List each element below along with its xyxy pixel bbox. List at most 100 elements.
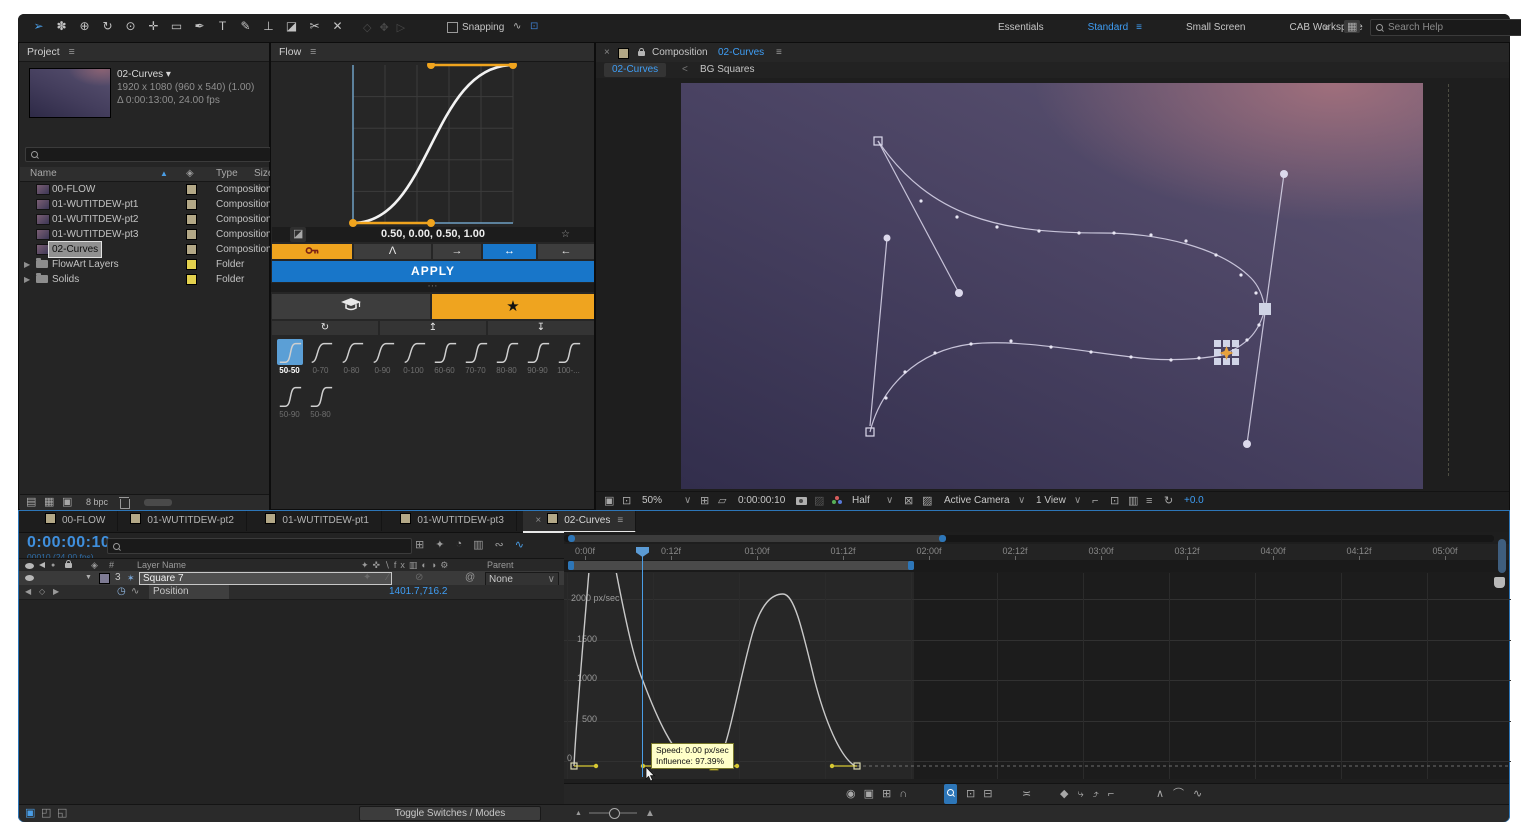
show-snapshot-icon[interactable]: ▨ [814,492,824,510]
property-row[interactable]: ◀ ◇ ▶ ◷ ∿ Position 1401.7,716.2 [19,585,564,600]
timeline-button-icon[interactable]: ≡ [1146,492,1152,510]
tool-type-icon[interactable]: T [212,19,233,33]
scrollbar-left-cap[interactable] [568,535,575,542]
region-of-interest-icon[interactable]: ⊠ [904,492,913,510]
bezier-handles[interactable] [353,65,513,223]
flow-preset-5090[interactable]: 50-90 [275,383,304,419]
tool-hand-icon[interactable]: ✽ [51,19,72,33]
comp-label-swatch[interactable] [618,48,629,59]
kf-nav-prev[interactable]: ◀ [25,585,31,599]
handle-dot-3[interactable] [735,764,739,768]
scrollbar-right-cap[interactable] [939,535,946,542]
breadcrumb-next[interactable]: BG Squares [700,62,754,78]
interpret-footage-icon[interactable]: ▤ [26,495,36,510]
work-area-bar[interactable] [568,561,914,570]
tool-camera-icon[interactable]: ⊙ [120,19,141,33]
reset-exposure-icon[interactable]: ↻ [1164,492,1173,510]
handle-endpoint-2[interactable] [884,235,891,242]
close-icon[interactable]: × [535,515,541,526]
draft-3d-icon[interactable]: ◔ [455,538,462,551]
timeline-tab-02-curves[interactable]: ×02-Curves≡ [523,511,636,533]
always-preview-icon[interactable]: ▣ [604,492,614,510]
speed-curve-segment-0[interactable] [574,573,589,766]
mask-visibility-icon[interactable]: ▱ [718,492,726,510]
project-row[interactable]: ▶SolidsFolder [20,272,269,287]
flow-preset-9090[interactable]: 90-90 [523,339,552,375]
show-channel-icon[interactable] [832,496,844,506]
panel-menu-icon[interactable]: ≡ [310,46,316,58]
trash-icon[interactable] [120,499,130,509]
label-swatch[interactable] [186,184,197,195]
upload-button[interactable]: ↥ [380,321,486,335]
kf-nav-add[interactable]: ◇ [39,585,45,599]
expand-transfer-controls-icon[interactable]: ◰ [41,805,51,822]
tool-pen-icon[interactable]: ✒ [189,19,210,33]
grid-guides-icon[interactable]: ⊞ [700,492,709,510]
refresh-button[interactable]: ↻ [272,321,378,335]
flow-preset-090[interactable]: 0-90 [368,339,397,375]
timeline-v-scrollbar[interactable] [1498,539,1506,573]
label-swatch[interactable] [186,274,197,285]
comp-viewport[interactable] [596,78,1509,491]
tool-eraser-icon[interactable]: ◪ [281,19,302,33]
audio-column-icon[interactable] [39,562,45,568]
magnification-chevron[interactable]: ∨ [684,492,691,510]
workspace-essentials[interactable]: Essentials [976,22,1066,33]
frame-blending-icon[interactable]: ▥ [473,538,483,551]
timeline-zoom-slider[interactable] [589,812,637,814]
flow-preset-8080[interactable]: 80-80 [492,339,521,375]
new-folder-icon[interactable]: ▦ [44,495,54,510]
project-row[interactable]: 01-WUTITDEW-pt1Composition [20,197,269,212]
project-item-name[interactable]: 01-WUTITDEW-pt3 [52,227,139,242]
layer-expand-caret[interactable]: ▼ [85,571,92,585]
curve-start-point[interactable] [349,219,357,227]
timeline-h-scrollbar[interactable] [564,535,1494,542]
snap-path-icon[interactable]: ∿ [513,21,521,32]
col-type[interactable]: Type [216,167,238,181]
timeline-tab-00-flow[interactable]: 00-FLOW [33,511,118,531]
tool-roto-brush-icon[interactable]: ✂ [304,19,325,33]
tool-puppet-pin-icon[interactable]: ✕ [327,19,348,33]
magnification-select[interactable]: 50% [642,492,662,510]
ease-curve[interactable] [353,65,513,223]
graph-editor-icon[interactable]: ∿ [515,538,524,551]
handle-dot-4[interactable] [830,764,834,768]
property-name[interactable]: Position [149,585,229,599]
handle-2[interactable] [427,63,435,69]
keyframe-mode-button[interactable] [272,244,352,259]
comp-mini-flowchart-icon[interactable]: ⊞ [415,538,424,551]
snapping-label[interactable]: Snapping [462,22,504,33]
project-item-name[interactable]: 02-Curves [49,242,101,257]
handle-endpoint-3[interactable] [1280,170,1288,178]
camera-select[interactable]: Active Camera [944,492,1010,510]
speed-curve-segment-1[interactable] [616,573,855,766]
ease-out-button[interactable]: → [433,244,481,259]
layer-quality-switch[interactable]: ∕ [387,571,389,585]
resolution-chevron[interactable]: ∨ [886,492,893,510]
flow-a-button[interactable]: Λ [354,244,431,259]
flow-preset-080[interactable]: 0-80 [337,339,366,375]
exposure-value[interactable]: +0.0 [1184,492,1204,510]
label-swatch[interactable] [186,214,197,225]
tool-selection-icon[interactable]: ➢ [28,19,49,33]
main-viewer-icon[interactable]: ⊡ [622,492,631,510]
project-item-name[interactable]: Solids [52,272,79,287]
tool-stamp-icon[interactable]: ⊥ [258,19,279,33]
favorites-button[interactable]: ★ [432,294,594,319]
tool-zoom-tool-icon[interactable]: ⊕ [74,19,95,33]
bezier-values[interactable]: 0.50, 0.00, 0.50, 1.00 [272,227,594,242]
learn-button[interactable] [272,294,430,319]
tool-pan-behind-icon[interactable]: ✛ [143,19,164,33]
viewer-current-time[interactable]: 0:00:00:10 [738,492,785,510]
project-item-name[interactable]: FlowArt Layers [52,257,119,272]
zoom-in-mountain-icon[interactable]: ▲ [645,805,655,822]
layer-effects-switch[interactable]: ⊘ [415,571,423,585]
work-area-start-handle[interactable] [568,561,574,570]
snapping-checkbox[interactable] [447,22,458,33]
handle-dot-1[interactable] [594,764,598,768]
selected-path-node[interactable] [1259,303,1271,315]
project-row[interactable]: 01-WUTITDEW-pt2Composition [20,212,269,227]
flow-divider[interactable]: ⋯ [271,283,594,292]
ease-in-button[interactable]: ← [538,244,594,259]
project-search[interactable] [25,147,271,162]
